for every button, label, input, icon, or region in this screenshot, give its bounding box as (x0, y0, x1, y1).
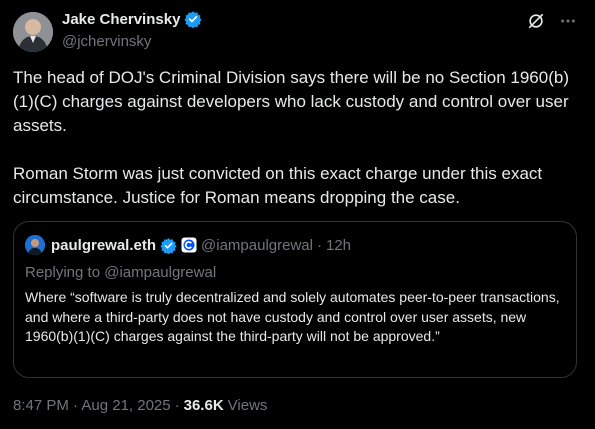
views-label: Views (227, 397, 268, 414)
quote-text: Where “software is truly decentralized a… (25, 289, 560, 344)
verified-badge-icon (184, 11, 203, 28)
tweet-meta: 8:47 PM · Aug 21, 2025 · 36.6K Views (13, 397, 267, 414)
quote-author-avatar[interactable] (25, 235, 45, 255)
grok-icon[interactable] (527, 12, 545, 30)
tweet-actions-top (527, 12, 577, 30)
author-name[interactable]: Jake Chervinsky (62, 11, 180, 28)
quote-author-name[interactable]: paulgrewal.eth (51, 237, 156, 254)
author-avatar[interactable] (13, 12, 53, 52)
tweet-paragraph: The head of DOJ's Criminal Division says… (13, 68, 569, 135)
quote-replying-to: Replying to @iampaulgrewal (25, 264, 217, 281)
tweet-timestamp[interactable]: 8:47 PM · Aug 21, 2025 (13, 397, 171, 414)
quoted-tweet[interactable]: paulgrewal.eth @iampaulgrewal · 12h Repl… (13, 221, 577, 378)
tweet-text: The head of DOJ's Criminal Division says… (13, 66, 578, 210)
author-name-row: Jake Chervinsky (62, 10, 203, 28)
quote-author-handle[interactable]: @iampaulgrewal (201, 237, 313, 254)
quote-timestamp[interactable]: 12h (326, 237, 351, 254)
coinbase-affiliate-icon (181, 237, 197, 253)
avatar-photo (13, 12, 53, 52)
views-count: 36.6K (183, 397, 224, 414)
tweet-paragraph: Roman Storm was just convicted on this e… (13, 164, 543, 207)
quote-avatar-photo (25, 235, 45, 255)
separator-dot: · (316, 236, 322, 254)
more-icon[interactable] (559, 12, 577, 30)
quote-header: paulgrewal.eth @iampaulgrewal · 12h (25, 235, 351, 255)
separator-dot: · (174, 397, 180, 414)
verified-badge-icon (160, 237, 177, 254)
author-handle[interactable]: @jchervinsky (62, 33, 151, 50)
